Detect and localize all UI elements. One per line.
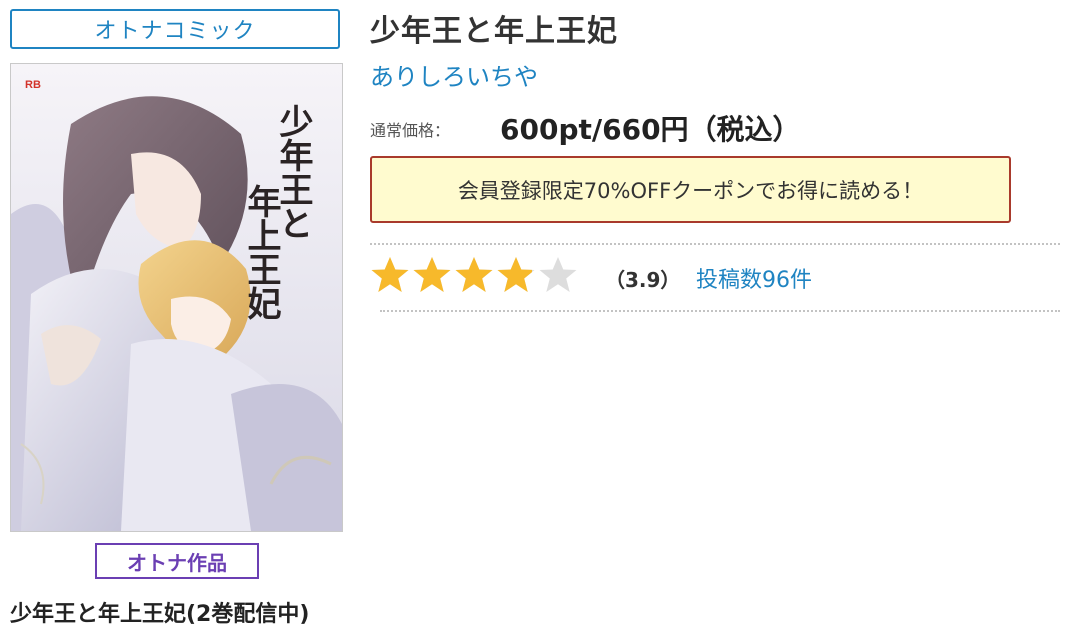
- book-cover-image[interactable]: RB 少年王と 年上王妃: [10, 63, 343, 532]
- author-link[interactable]: ありしろいちや: [370, 57, 538, 92]
- price-value: 600pt/660円（税込）: [500, 113, 801, 146]
- divider: [380, 310, 1060, 312]
- cover-illustration: RB 少年王と 年上王妃: [11, 64, 342, 531]
- star-icon: [455, 257, 493, 292]
- price-label: 通常価格：: [370, 121, 451, 140]
- series-title[interactable]: 少年王と年上王妃(2巻配信中): [10, 596, 309, 628]
- star-icon: [539, 257, 577, 292]
- star-icon: [413, 257, 451, 292]
- imprint-logo: RB: [25, 79, 41, 91]
- star-icon: [497, 257, 535, 292]
- coupon-banner[interactable]: 会員登録限定70%OFFクーポンでお得に読める！: [370, 156, 1011, 223]
- adult-content-badge: オトナ作品: [95, 543, 259, 579]
- star-icon: [371, 257, 409, 292]
- cover-title-line2: 年上王妃: [241, 184, 281, 320]
- rating-stars: [370, 256, 578, 294]
- category-tab[interactable]: オトナコミック: [10, 9, 340, 49]
- rating-score: （3.9）: [605, 268, 681, 292]
- page-title: 少年王と年上王妃: [370, 14, 618, 49]
- divider: [370, 243, 1060, 245]
- review-count-link[interactable]: 投稿数96件: [696, 262, 812, 294]
